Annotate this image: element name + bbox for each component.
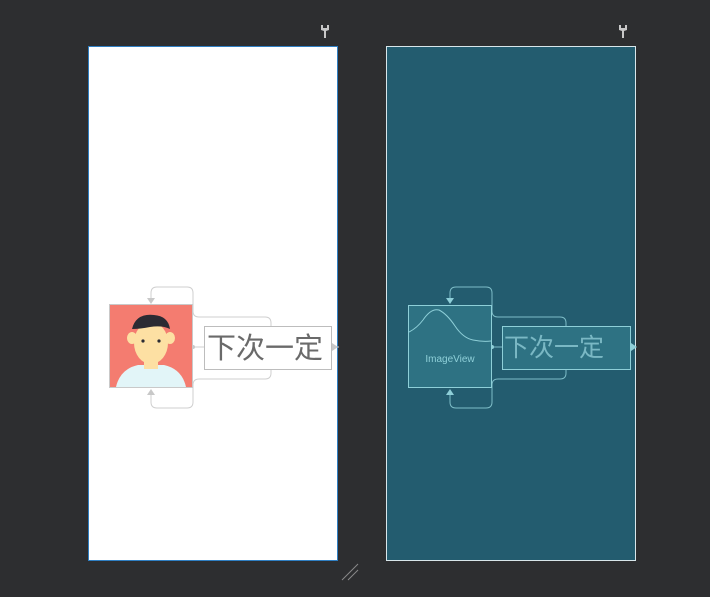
design-settings-wrench-icon[interactable] — [320, 24, 330, 38]
image-view-label: ImageView — [425, 354, 475, 365]
blueprint-text-view[interactable]: 下次一定 — [502, 326, 631, 370]
blueprint-surface[interactable]: ImageView 下次一定 — [386, 46, 637, 561]
design-image-view[interactable] — [109, 304, 193, 388]
design-text-view[interactable]: 下次一定 — [204, 326, 332, 370]
avatar-icon — [110, 305, 192, 387]
resize-handle-icon[interactable] — [340, 562, 360, 582]
image-placeholder-icon — [409, 309, 491, 342]
blueprint-settings-wrench-icon[interactable] — [618, 24, 628, 38]
design-surface[interactable]: 下次一定 — [88, 46, 339, 561]
blueprint-image-view[interactable]: ImageView — [408, 305, 492, 388]
